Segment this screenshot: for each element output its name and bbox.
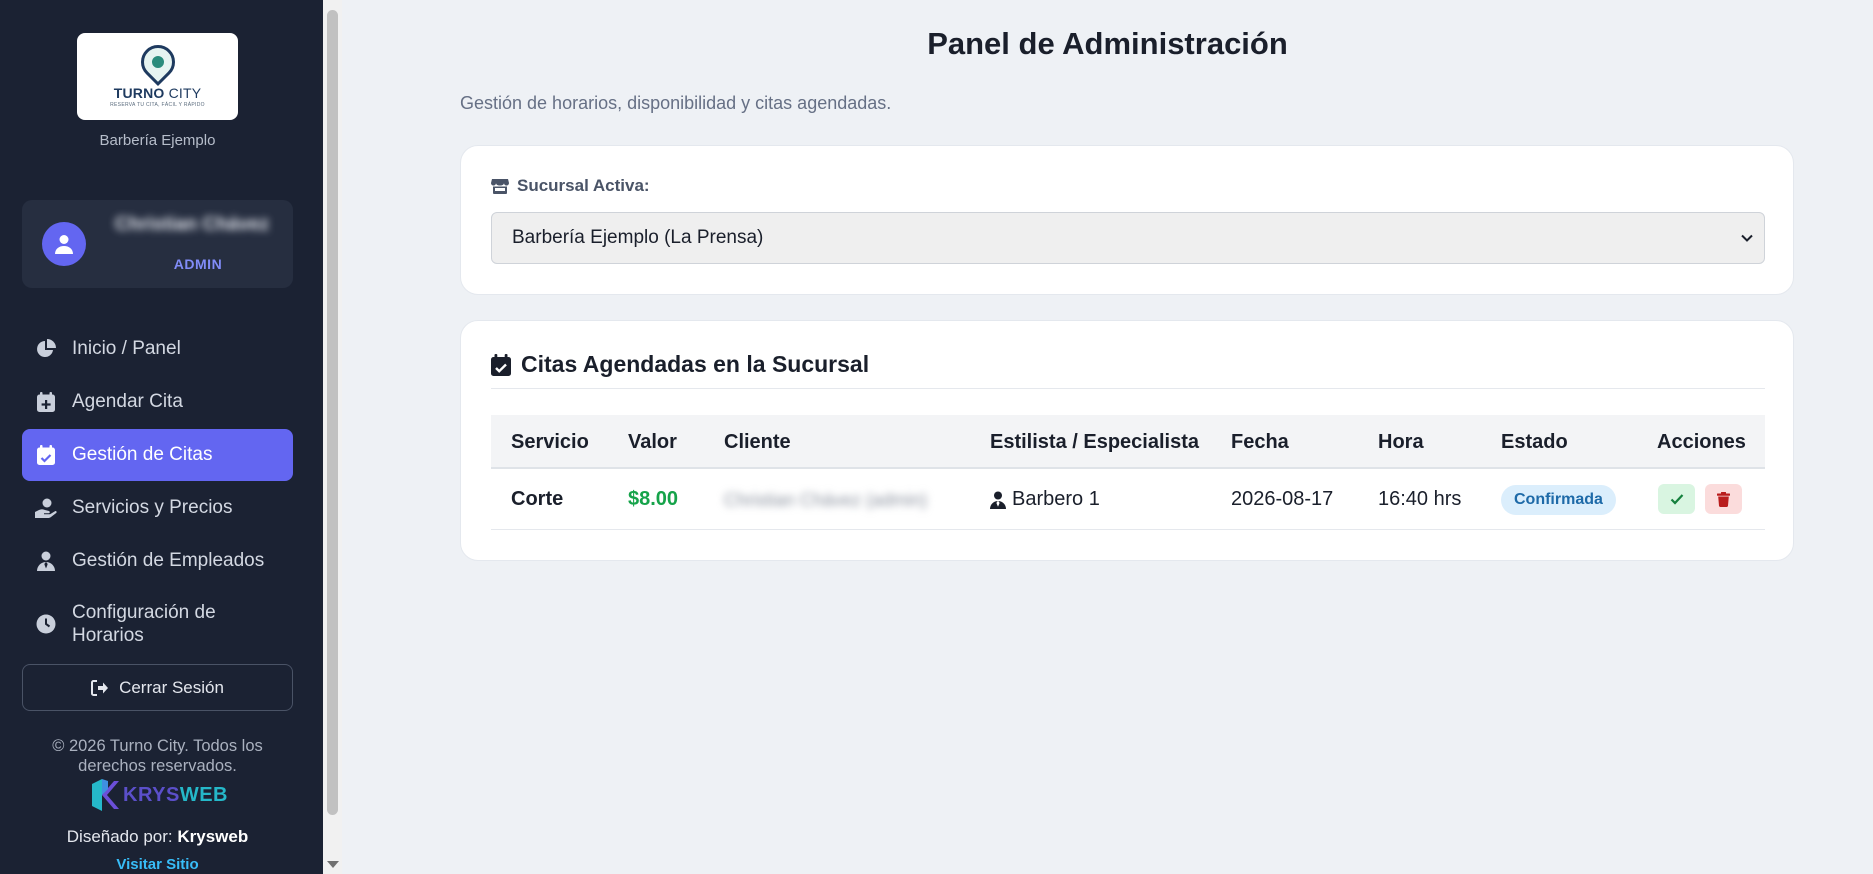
location-pin-icon bbox=[133, 37, 182, 87]
business-name: Barbería Ejemplo bbox=[99, 132, 216, 149]
page-title: Panel de Administración bbox=[927, 26, 1288, 61]
branch-card: Sucursal Activa: Barbería Ejemplo (La Pr… bbox=[460, 145, 1794, 295]
nav-item-agendar-cita[interactable]: Agendar Cita bbox=[22, 376, 293, 428]
visit-site-link[interactable]: Visitar Sitio bbox=[0, 856, 315, 873]
turno-city-logo[interactable]: TURNO CITY RESERVA TU CITA, FÁCIL Y RÁPI… bbox=[77, 33, 238, 120]
appointments-title-text: Citas Agendadas en la Sucursal bbox=[521, 351, 870, 377]
store-icon bbox=[491, 178, 509, 194]
logo-brand-city: CITY bbox=[168, 85, 202, 101]
user-role: ADMIN bbox=[173, 256, 223, 272]
table-row: Corte $8.00 Christian Chávez (admin) Bar… bbox=[491, 469, 1765, 530]
krysweb-mark-icon bbox=[90, 778, 120, 812]
col-estilista[interactable]: Estilista / Especialista bbox=[990, 431, 1199, 454]
nav-item-gestion-citas[interactable]: Gestión de Citas bbox=[22, 429, 293, 481]
logout-label: Cerrar Sesión bbox=[119, 677, 224, 697]
hand-holding-dollar-icon bbox=[34, 496, 58, 520]
calendar-check-icon bbox=[34, 443, 58, 467]
delete-button[interactable] bbox=[1705, 484, 1742, 514]
logo-tagline: RESERVA TU CITA, FÁCIL Y RÁPIDO bbox=[110, 102, 205, 108]
col-servicio[interactable]: Servicio bbox=[511, 431, 589, 454]
copyright-text: © 2026 Turno City. Todos los derechos re… bbox=[52, 737, 263, 775]
confirm-button[interactable] bbox=[1658, 484, 1695, 514]
user-tie-icon bbox=[34, 549, 58, 573]
nav-item-servicios[interactable]: Servicios y Precios bbox=[22, 482, 293, 534]
branch-label-text: Sucursal Activa: bbox=[517, 176, 650, 195]
divider bbox=[491, 388, 1765, 389]
chart-pie-icon bbox=[34, 337, 58, 361]
logo-brand-main: TURNO bbox=[113, 85, 165, 101]
chevron-down-icon bbox=[1740, 231, 1754, 245]
nav-item-label: Gestión de Empleados bbox=[72, 550, 265, 571]
col-estado[interactable]: Estado bbox=[1501, 431, 1568, 454]
designed-prefix: Diseñado por: bbox=[66, 827, 173, 846]
col-acciones: Acciones bbox=[1657, 431, 1746, 453]
nav-item-label: Agendar Cita bbox=[72, 391, 183, 412]
nav-item-empleados[interactable]: Gestión de Empleados bbox=[22, 535, 293, 587]
check-icon bbox=[1670, 494, 1683, 505]
branch-selected-value: Barbería Ejemplo (La Prensa) bbox=[512, 227, 764, 248]
user-card: Christian Chávez ADMIN bbox=[22, 200, 293, 288]
nav-item-inicio[interactable]: Inicio / Panel bbox=[22, 323, 293, 375]
calendar-check-icon bbox=[491, 353, 511, 376]
nav-item-label: Servicios y Precios bbox=[72, 497, 233, 518]
nav-item-horarios[interactable]: Configuración de Horarios bbox=[22, 596, 293, 652]
col-valor[interactable]: Valor bbox=[628, 431, 677, 454]
nav-item-label: Inicio / Panel bbox=[72, 338, 181, 359]
cell-date: 2026-08-17 bbox=[1231, 488, 1334, 510]
nav-item-label: Configuración de Horarios bbox=[72, 602, 216, 646]
table-header: Servicio Valor Cliente Estilista / Espec… bbox=[491, 415, 1765, 469]
branch-select[interactable]: Barbería Ejemplo (La Prensa) bbox=[491, 212, 1765, 264]
trash-icon bbox=[1717, 491, 1730, 507]
designed-by: Diseñado por: Krysweb bbox=[0, 827, 315, 847]
user-tie-icon bbox=[990, 491, 1006, 509]
appointments-card: Citas Agendadas en la Sucursal Servicio … bbox=[460, 320, 1794, 561]
user-icon bbox=[55, 235, 73, 254]
col-fecha[interactable]: Fecha bbox=[1231, 431, 1289, 454]
krysweb-logo: KRYSWEB bbox=[90, 778, 228, 812]
cell-stylist-name: Barbero 1 bbox=[1012, 488, 1100, 510]
scroll-down-arrow-icon[interactable] bbox=[327, 861, 339, 868]
user-name: Christian Chávez bbox=[114, 214, 270, 235]
col-hora[interactable]: Hora bbox=[1378, 431, 1424, 454]
branch-label: Sucursal Activa: bbox=[491, 176, 650, 196]
status-badge: Confirmada bbox=[1501, 485, 1616, 515]
cell-stylist: Barbero 1 bbox=[990, 488, 1100, 511]
sidebar-scrollbar[interactable] bbox=[323, 0, 342, 874]
krysweb-text-web: WEB bbox=[179, 783, 228, 806]
sidebar: TURNO CITY RESERVA TU CITA, FÁCIL Y RÁPI… bbox=[0, 0, 323, 874]
appointments-title: Citas Agendadas en la Sucursal bbox=[491, 351, 869, 378]
logout-button[interactable]: Cerrar Sesión bbox=[22, 664, 293, 711]
scrollbar-thumb[interactable] bbox=[327, 10, 338, 815]
designed-by-name: Krysweb bbox=[177, 827, 249, 846]
nav-item-label: Gestión de Citas bbox=[72, 444, 213, 465]
avatar bbox=[42, 222, 86, 266]
sign-out-icon bbox=[91, 679, 109, 696]
krysweb-text-krys: KRYS bbox=[123, 783, 180, 806]
col-cliente[interactable]: Cliente bbox=[724, 431, 791, 454]
cell-client: Christian Chávez (admin) bbox=[724, 490, 928, 510]
cell-price: $8.00 bbox=[628, 488, 679, 510]
page-subtitle: Gestión de horarios, disponibilidad y ci… bbox=[460, 93, 892, 113]
clock-icon bbox=[34, 612, 58, 636]
calendar-plus-icon bbox=[34, 390, 58, 414]
cell-time: 16:40 hrs bbox=[1378, 488, 1462, 510]
cell-service: Corte bbox=[511, 488, 564, 510]
